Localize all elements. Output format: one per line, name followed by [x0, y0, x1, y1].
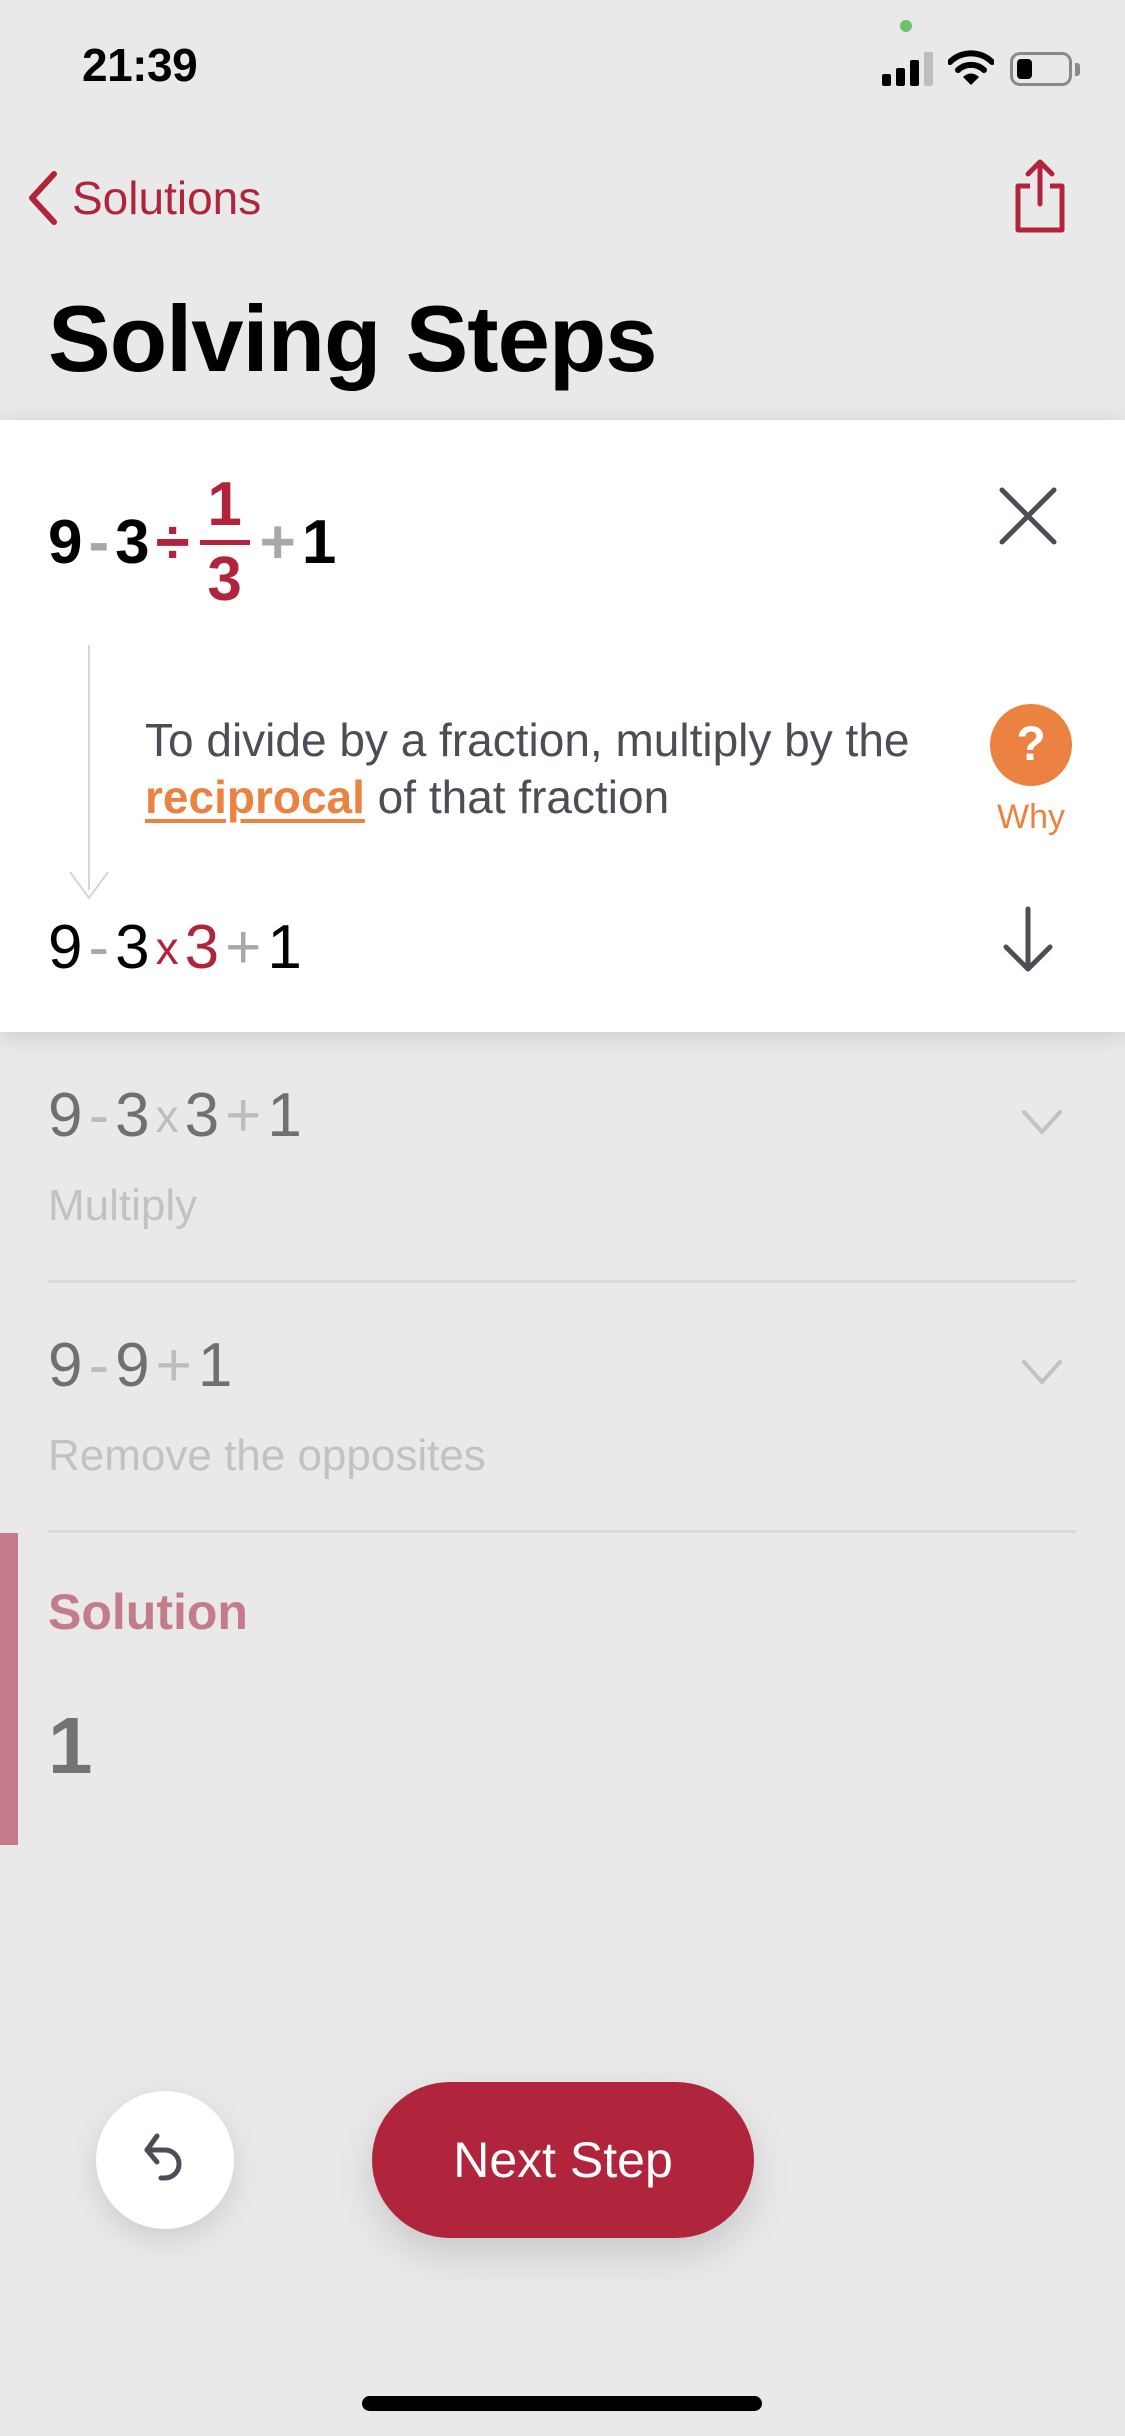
expr-term-highlight: 3 — [184, 913, 220, 982]
fraction: 1 3 — [199, 470, 250, 614]
privacy-indicator-dot — [900, 20, 912, 32]
chevron-down-icon[interactable] — [1020, 1108, 1064, 1138]
expr-term: 9 — [48, 1081, 83, 1150]
expr-operator: + — [259, 508, 296, 577]
expr-operator: x — [155, 1089, 179, 1142]
wifi-icon — [948, 50, 994, 85]
undo-icon — [144, 2133, 182, 2181]
explanation-text: To divide by a fraction, multiply by the — [145, 714, 910, 766]
step-item[interactable]: 9 - 3 x 3 + 1 Multiply — [48, 1080, 1076, 1231]
page-title: Solving Steps — [48, 286, 658, 391]
step-description: Multiply — [48, 1181, 198, 1230]
step-expression: 9 - 9 + 1 — [48, 1330, 1076, 1401]
battery-level — [1017, 59, 1032, 79]
close-icon[interactable] — [996, 484, 1060, 548]
step-explanation: To divide by a fraction, multiply by the… — [145, 712, 945, 826]
share-icon[interactable] — [1010, 158, 1070, 236]
expr-operator: + — [155, 1331, 192, 1400]
why-button[interactable]: ? Why — [986, 704, 1076, 837]
expr-term: 3 — [184, 1081, 220, 1150]
solution-label: Solution — [48, 1584, 248, 1640]
expr-term: 9 — [48, 913, 83, 982]
expr-operator: - — [88, 508, 110, 577]
expr-operator: - — [88, 913, 110, 982]
step-item[interactable]: 9 - 9 + 1 Remove the opposites — [48, 1330, 1076, 1481]
expr-operator-highlight: x — [155, 921, 179, 974]
expr-term: 1 — [267, 913, 302, 982]
expr-term: 1 — [197, 1331, 233, 1400]
battery-cap — [1075, 63, 1080, 76]
expr-term: 9 — [115, 1331, 150, 1400]
expr-operator-highlight: ÷ — [155, 508, 190, 577]
cellular-signal-icon — [882, 52, 934, 86]
back-label: Solutions — [72, 172, 262, 224]
solution-value: 1 — [48, 1701, 93, 1790]
reciprocal-link[interactable]: reciprocal — [145, 771, 365, 823]
expr-term: 1 — [267, 1081, 302, 1150]
step-divider — [48, 1530, 1076, 1533]
expr-operator: - — [88, 1331, 110, 1400]
active-step-expression: 9 - 3 ÷ 1 3 + 1 — [48, 474, 336, 611]
status-time: 21:39 — [82, 39, 198, 91]
battery-icon — [1010, 52, 1072, 86]
status-bar: 21:39 — [0, 0, 1125, 132]
expr-term: 3 — [115, 913, 150, 982]
chevron-left-icon — [29, 171, 57, 225]
expr-operator: - — [88, 1081, 110, 1150]
fraction-numerator: 1 — [207, 470, 242, 539]
explanation-text: of that fraction — [364, 771, 670, 823]
solution-accent-bar — [0, 1533, 18, 1845]
expr-operator: + — [225, 913, 262, 982]
expr-term: 1 — [301, 508, 337, 577]
question-mark-icon: ? — [990, 704, 1072, 786]
active-step-result: 9 - 3 x 3 + 1 — [48, 912, 302, 983]
expr-term: 9 — [48, 508, 83, 577]
step-connector-line — [88, 645, 90, 890]
fraction-denominator: 3 — [207, 545, 242, 614]
home-indicator[interactable] — [362, 2396, 762, 2411]
expr-term: 9 — [48, 1331, 83, 1400]
back-button[interactable]: Solutions — [24, 168, 261, 228]
expr-term: 3 — [115, 1081, 150, 1150]
why-label: Why — [997, 798, 1065, 836]
next-step-button[interactable]: Next Step — [372, 2082, 754, 2238]
step-expression: 9 - 3 x 3 + 1 — [48, 1080, 1076, 1151]
step-divider — [48, 1280, 1076, 1283]
chevron-down-icon[interactable] — [1020, 1358, 1064, 1388]
expr-operator: + — [225, 1081, 262, 1150]
undo-button[interactable] — [96, 2091, 234, 2229]
arrow-down-icon[interactable] — [998, 905, 1058, 975]
connector-arrow-icon — [69, 871, 109, 900]
expr-term: 3 — [115, 508, 150, 577]
step-description: Remove the opposites — [48, 1431, 486, 1480]
